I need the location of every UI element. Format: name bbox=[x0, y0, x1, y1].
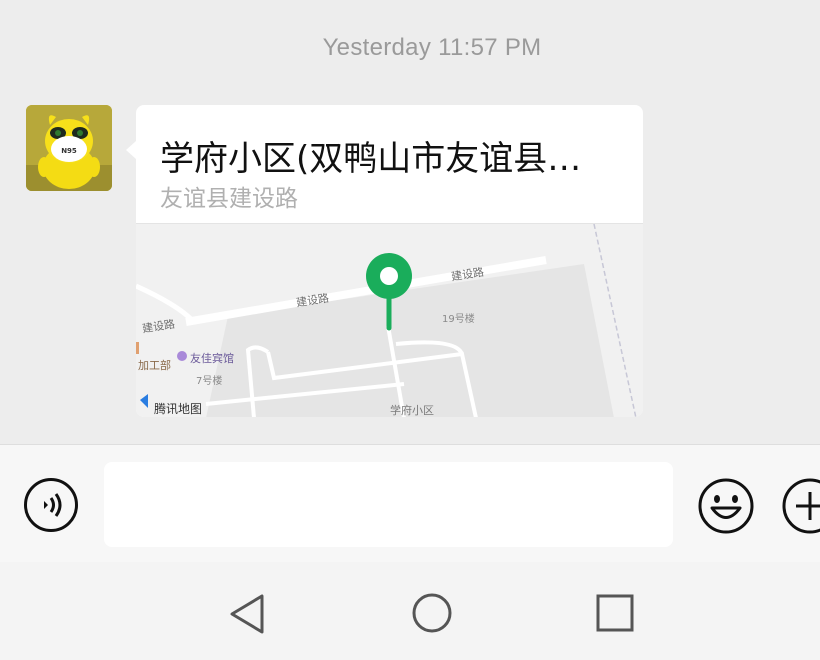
voice-icon bbox=[44, 493, 62, 517]
message-timestamp: Yesterday 11:57 PM bbox=[322, 34, 542, 61]
map-poi-label: 友佳宾馆 bbox=[190, 352, 234, 365]
bubble-arrow bbox=[126, 141, 136, 159]
nav-back-button[interactable] bbox=[228, 592, 268, 641]
system-nav-bar bbox=[0, 562, 820, 660]
map-drawing bbox=[136, 224, 643, 417]
home-circle-icon bbox=[412, 593, 452, 633]
hotel-poi-icon bbox=[177, 351, 187, 361]
map-community-label: 学府小区 bbox=[390, 404, 434, 417]
recents-square-icon bbox=[596, 594, 634, 632]
nav-recents-button[interactable] bbox=[596, 594, 634, 637]
map-provider-label: 腾讯地图 bbox=[154, 402, 203, 416]
avatar[interactable]: N95 bbox=[26, 105, 112, 191]
back-triangle-icon bbox=[230, 594, 264, 634]
emoji-button[interactable] bbox=[697, 477, 755, 535]
avatar-image: N95 bbox=[26, 105, 112, 191]
location-message-bubble[interactable]: 学府小区(双鸭山市友谊县… 友谊县建设路 建设路 建设路 建设路 19号楼 7号… bbox=[136, 105, 643, 417]
map-building-label: 19号楼 bbox=[442, 314, 475, 325]
voice-input-button[interactable] bbox=[24, 478, 78, 532]
map-poi-label: 加工部 bbox=[138, 359, 171, 372]
emoji-icon bbox=[698, 478, 754, 534]
nav-home-button[interactable] bbox=[411, 592, 453, 639]
more-actions-button[interactable] bbox=[781, 477, 820, 535]
location-map-preview[interactable]: 建设路 建设路 建设路 19号楼 7号楼 友佳宾馆 加工部 学府小区 腾讯地图 bbox=[136, 223, 643, 417]
location-address: 友谊县建设路 bbox=[160, 186, 298, 212]
message-text-input[interactable] bbox=[104, 462, 673, 547]
map-building-label: 7号楼 bbox=[196, 376, 223, 387]
avatar-mask-text: N95 bbox=[61, 147, 77, 155]
location-title: 学府小区(双鸭山市友谊县… bbox=[160, 139, 582, 179]
plus-icon bbox=[782, 478, 820, 534]
